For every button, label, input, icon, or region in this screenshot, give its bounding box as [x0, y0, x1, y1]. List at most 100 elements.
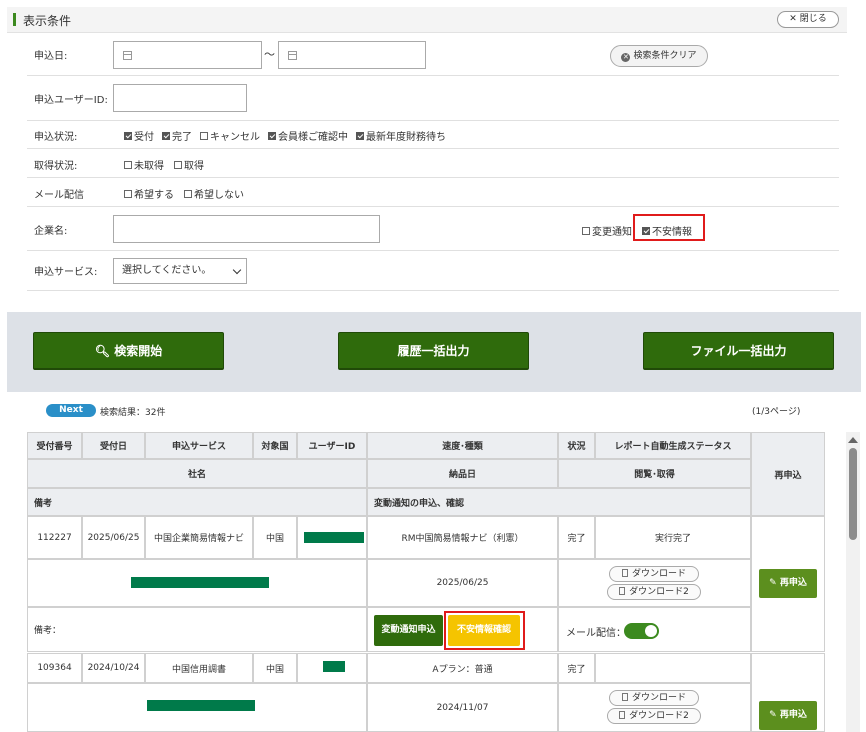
reapply-label: 再申込: [779, 710, 807, 720]
document-icon: [621, 693, 628, 701]
th-service: 申込サービス: [145, 432, 253, 459]
scroll-up-arrow-icon[interactable]: [848, 437, 858, 443]
th-reapply: 再申込: [751, 432, 825, 516]
document-icon: [621, 569, 628, 577]
download-label: ダウンロード2: [629, 711, 689, 721]
download-2-button[interactable]: ダウンロード2: [607, 708, 701, 724]
checkbox[interactable]: [124, 160, 132, 169]
cell-service: 中国企業簡易情報ナビ: [145, 516, 253, 559]
mail-not-wanted[interactable]: 希望しない: [184, 186, 244, 201]
option-label: キャンセル: [210, 132, 260, 143]
redacted-company-name: [131, 577, 269, 588]
cell-country: 中国: [253, 516, 297, 559]
mail-label: メール配信: [34, 190, 84, 201]
panel-title: 表示条件: [23, 14, 72, 28]
company-label: 企業名:: [34, 226, 68, 237]
mail-delivery-toggle[interactable]: [624, 623, 659, 639]
cell-speed-type: Aプラン：普通: [367, 653, 558, 683]
mail-delivery-label: メール配信：: [566, 628, 626, 639]
filter-panel-header: 表示条件: [7, 7, 847, 33]
search-button-label: 検索開始: [114, 344, 163, 358]
scrollbar-thumb[interactable]: [849, 448, 857, 540]
download-button[interactable]: ダウンロード: [609, 566, 699, 582]
reapply-label: 再申込: [779, 578, 807, 588]
cell-report-status: 実行完了: [595, 516, 751, 559]
change-notice-apply-button[interactable]: 変動通知申込: [374, 615, 443, 646]
history-export-button[interactable]: 履歴一括出力: [338, 332, 529, 370]
apply-status-finance-wait[interactable]: 最新年度財務待ち: [356, 128, 446, 143]
th-receipt-date: 受付日: [82, 432, 145, 459]
mail-wanted[interactable]: 希望する: [124, 186, 174, 201]
cell-receipt-no: 109364: [27, 653, 82, 683]
redacted-company-name: [147, 700, 255, 711]
option-label: 未取得: [134, 161, 164, 172]
search-button[interactable]: 🔍︎ 検索開始: [33, 332, 224, 370]
apply-status-cancel[interactable]: キャンセル: [200, 128, 260, 143]
cell-delivery-date: 2024/11/07: [367, 683, 558, 732]
apply-date-label: 申込日:: [34, 51, 68, 62]
page-indicator: (1/3ページ): [752, 407, 801, 417]
user-id-label: 申込ユーザーID:: [34, 95, 108, 106]
apply-date-from-input[interactable]: [113, 41, 262, 69]
date-range-separator: ～: [264, 48, 275, 61]
pencil-icon: ✎: [769, 578, 777, 588]
cell-remarks: 備考：: [27, 607, 367, 652]
user-id-input[interactable]: [113, 84, 247, 112]
reapply-button[interactable]: ✎ 再申込: [759, 701, 817, 730]
download-label: ダウンロード: [631, 693, 686, 703]
checkbox[interactable]: [174, 160, 182, 169]
apply-status-received[interactable]: 受付: [124, 128, 154, 143]
acquire-status-acquired[interactable]: 取得: [174, 157, 204, 172]
redacted-user-id: [304, 532, 364, 543]
option-label: 希望しない: [194, 190, 244, 201]
apply-status-options: 受付 完了 キャンセル 会員様ご確認中 最新年度財務待ち: [124, 128, 446, 143]
cell-receipt-date: 2025/06/25: [82, 516, 145, 559]
close-button[interactable]: ✕ 閉じる: [777, 11, 839, 28]
checkbox[interactable]: [356, 131, 364, 140]
highlight-box: [633, 214, 705, 241]
clear-conditions-button[interactable]: ✕ 検索条件クリア: [610, 45, 708, 67]
service-selected: 選択してください。: [122, 265, 212, 276]
calendar-icon: [288, 51, 297, 60]
service-label: 申込サービス:: [34, 267, 98, 278]
service-select[interactable]: 選択してください。: [113, 258, 247, 284]
apply-status-member-confirm[interactable]: 会員様ご確認中: [268, 128, 348, 143]
checkbox[interactable]: [124, 189, 132, 198]
checkbox[interactable]: [162, 131, 170, 140]
close-icon: ✕: [789, 14, 797, 24]
search-icon: 🔍︎: [94, 344, 111, 358]
cell-receipt-no: 112227: [27, 516, 82, 559]
apply-date-to-input[interactable]: [278, 41, 426, 69]
option-label: 最新年度財務待ち: [366, 132, 446, 143]
acquire-status-not-acquired[interactable]: 未取得: [124, 157, 164, 172]
next-badge[interactable]: Next: [46, 404, 96, 417]
change-notice-checkbox[interactable]: 変更通知: [582, 223, 632, 238]
file-export-button[interactable]: ファイル一括出力: [643, 332, 834, 370]
checkbox[interactable]: [200, 131, 208, 140]
redacted-user-id: [323, 661, 345, 672]
option-label: 完了: [172, 132, 192, 143]
document-icon: [619, 711, 626, 719]
close-label: 閉じる: [799, 14, 827, 24]
download-label: ダウンロード2: [629, 587, 689, 597]
clear-conditions-label: 検索条件クリア: [633, 51, 697, 61]
th-remarks: 備考: [27, 488, 367, 516]
company-name-input[interactable]: [113, 215, 380, 243]
document-icon: [619, 587, 626, 595]
apply-status-label: 申込状況:: [34, 132, 78, 143]
reapply-button[interactable]: ✎ 再申込: [759, 569, 817, 598]
option-label: 希望する: [134, 190, 174, 201]
cell-status: 完了: [558, 516, 595, 559]
download-button[interactable]: ダウンロード: [609, 690, 699, 706]
checkbox[interactable]: [582, 226, 590, 235]
acquire-status-options: 未取得 取得: [124, 157, 204, 172]
th-report-status: レポート自動生成ステータス: [595, 432, 751, 459]
highlight-box: [444, 611, 525, 650]
apply-status-done[interactable]: 完了: [162, 128, 192, 143]
checkbox[interactable]: [268, 131, 276, 140]
download-2-button[interactable]: ダウンロード2: [607, 584, 701, 600]
chevron-down-icon: [232, 265, 242, 275]
checkbox[interactable]: [184, 189, 192, 198]
th-receipt-no: 受付番号: [27, 432, 82, 459]
checkbox[interactable]: [124, 131, 132, 140]
